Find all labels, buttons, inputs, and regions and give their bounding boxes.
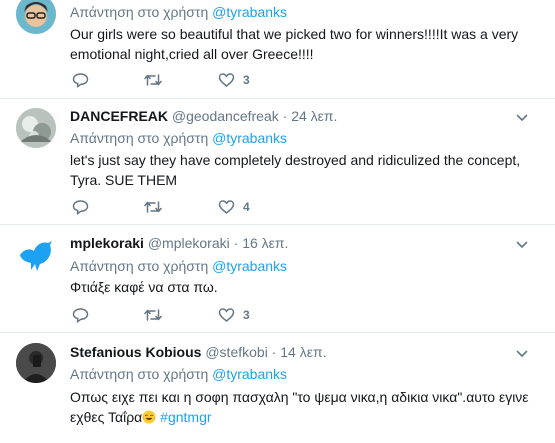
reply-label: Απάντηση στο χρήστη — [70, 130, 209, 146]
tweet[interactable]: Stefanious Kobious @stefkobi · 14 λεπ. Α… — [0, 333, 555, 443]
tweet-text-body: Οπως ειχε πει και η σοφη πασχαλη "το ψεμ… — [70, 389, 529, 425]
reply-label: Απάντηση στο χρήστη — [70, 4, 209, 20]
reply-icon — [72, 200, 89, 215]
reply-label: Απάντηση στο χρήστη — [70, 258, 209, 274]
avatar-image — [16, 343, 56, 383]
display-name[interactable]: Stefanious Kobious — [70, 344, 201, 360]
separator: · — [271, 344, 277, 360]
mention-link[interactable]: @tyrabanks — [212, 130, 287, 146]
avatar[interactable] — [16, 343, 56, 383]
like-button[interactable]: 4 — [218, 197, 250, 217]
heart-icon — [218, 200, 235, 214]
retweet-icon — [144, 201, 162, 213]
tweet-text: Our girls were so beautiful that we pick… — [70, 26, 519, 62]
reply-context: Απάντηση στο χρήστη @tyrabanks — [70, 130, 287, 146]
reply-context: Απάντηση στο χρήστη @tyrabanks — [70, 4, 287, 20]
tweet-actions: 3 — [70, 70, 370, 90]
tweet-header: mplekoraki @mplekoraki · 16 λεπ. — [70, 235, 288, 251]
display-name[interactable]: DANCEFREAK — [70, 108, 168, 124]
tweet-text: Οπως ειχε πει και η σοφη πασχαλη "το ψεμ… — [70, 387, 530, 427]
timestamp[interactable]: 24 λεπ. — [291, 108, 337, 124]
mention-link[interactable]: @tyrabanks — [212, 258, 287, 274]
tweet-actions: 3 — [70, 305, 370, 325]
reply-icon — [72, 73, 89, 88]
retweet-icon — [144, 309, 162, 321]
mention-link[interactable]: @tyrabanks — [212, 4, 287, 20]
chevron-down-icon[interactable] — [515, 347, 529, 361]
tweet-header: Stefanious Kobious @stefkobi · 14 λεπ. — [70, 344, 327, 360]
like-button[interactable]: 3 — [218, 70, 250, 90]
tweet-actions: 4 — [70, 197, 370, 217]
tweet[interactable]: DANCEFREAK @geodancefreak · 24 λεπ. Απάν… — [0, 99, 555, 225]
chevron-down-icon[interactable] — [515, 238, 529, 252]
separator: · — [233, 235, 239, 251]
user-handle[interactable]: @mplekoraki — [148, 235, 230, 251]
avatar[interactable] — [16, 235, 56, 275]
like-count: 3 — [243, 308, 250, 322]
heart-icon — [218, 73, 235, 87]
retweet-icon — [144, 74, 162, 86]
reply-context: Απάντηση στο χρήστη @tyrabanks — [70, 258, 287, 274]
display-name[interactable]: mplekoraki — [70, 235, 144, 251]
user-handle[interactable]: @geodancefreak — [172, 108, 279, 124]
retweet-button[interactable] — [144, 305, 162, 325]
retweet-button[interactable] — [144, 197, 162, 217]
retweet-button[interactable] — [144, 70, 162, 90]
tweet[interactable]: mplekoraki @mplekoraki · 16 λεπ. Απάντησ… — [0, 225, 555, 333]
joy-emoji-icon — [142, 410, 156, 424]
like-count: 3 — [243, 73, 250, 87]
reply-feed: Απάντηση στο χρήστη @tyrabanks Our girls… — [0, 0, 555, 430]
separator: · — [282, 108, 288, 124]
hashtag-link[interactable]: #gntmgr — [160, 409, 211, 425]
timestamp[interactable]: 16 λεπ. — [242, 235, 288, 251]
tweet-header: DANCEFREAK @geodancefreak · 24 λεπ. — [70, 108, 337, 124]
tweet[interactable]: Απάντηση στο χρήστη @tyrabanks Our girls… — [0, 0, 555, 99]
heart-icon — [218, 308, 235, 322]
reply-label: Απάντηση στο χρήστη — [70, 366, 209, 382]
user-handle[interactable]: @stefkobi — [205, 344, 267, 360]
reply-context: Απάντηση στο χρήστη @tyrabanks — [70, 366, 287, 382]
tweet-text: let's just say they have completely dest… — [70, 152, 521, 188]
tweet-text: Φτιάξε καφέ να στα πω. — [70, 279, 218, 295]
like-button[interactable]: 3 — [218, 305, 250, 325]
chevron-down-icon[interactable] — [515, 111, 529, 125]
reply-icon — [72, 308, 89, 323]
timestamp[interactable]: 14 λεπ. — [280, 344, 326, 360]
reply-button[interactable] — [72, 305, 89, 325]
like-count: 4 — [243, 200, 250, 214]
reply-button[interactable] — [72, 197, 89, 217]
avatar-image — [16, 0, 56, 34]
reply-button[interactable] — [72, 70, 89, 90]
avatar[interactable] — [16, 108, 56, 148]
mention-link[interactable]: @tyrabanks — [212, 366, 287, 382]
bird-icon — [16, 235, 56, 275]
avatar-image — [16, 108, 56, 148]
avatar[interactable] — [16, 0, 56, 34]
